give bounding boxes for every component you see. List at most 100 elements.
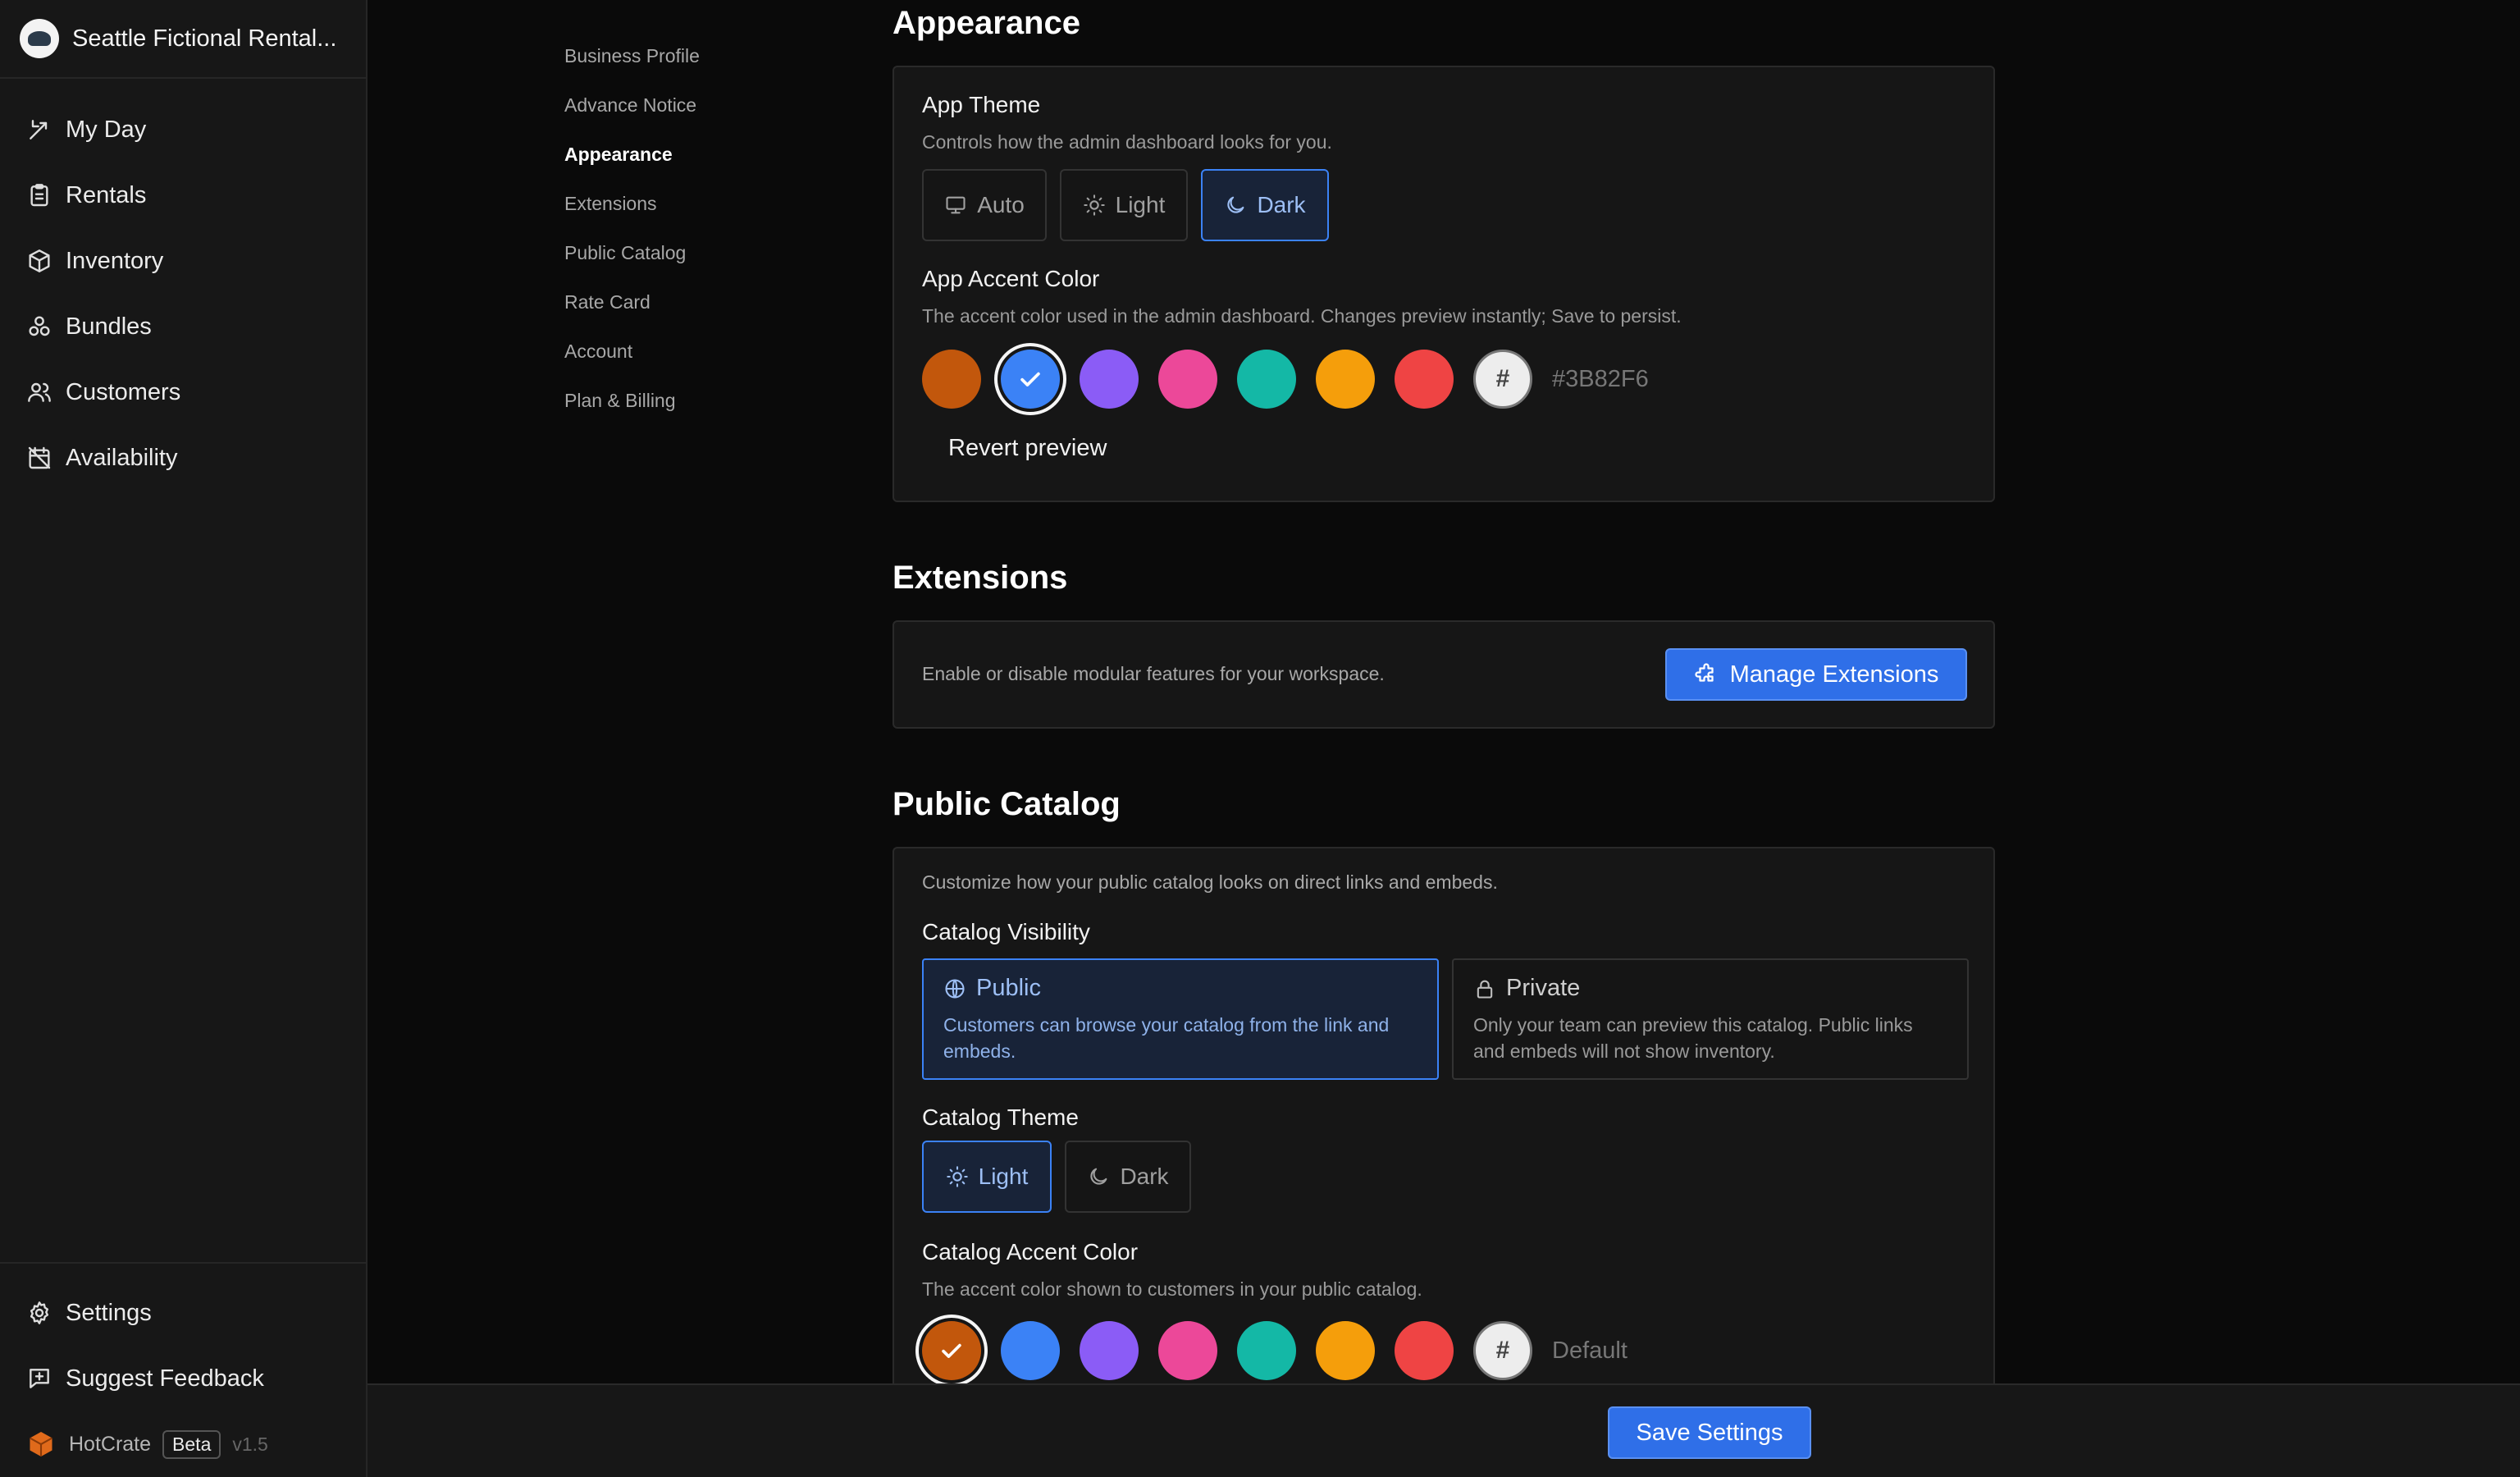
sidebar-item-inventory[interactable]: Inventory xyxy=(0,228,366,294)
subnav-rate-card[interactable]: Rate Card xyxy=(564,277,700,327)
app-version-row: HotCrate Beta v1.5 xyxy=(0,1411,366,1477)
subnav-business-profile[interactable]: Business Profile xyxy=(564,31,700,80)
subnav-advance-notice[interactable]: Advance Notice xyxy=(564,80,700,130)
sidebar-item-feedback[interactable]: Suggest Feedback xyxy=(0,1346,366,1411)
theme-auto-button[interactable]: Auto xyxy=(922,169,1047,241)
subnav-public-catalog[interactable]: Public Catalog xyxy=(564,228,700,277)
appearance-card: App Theme Controls how the admin dashboa… xyxy=(892,66,1995,502)
app-accent-hex: #3B82F6 xyxy=(1552,366,1649,392)
public-catalog-description: Customize how your public catalog looks … xyxy=(922,871,1498,893)
moon-icon xyxy=(1227,196,1244,213)
hash-icon: # xyxy=(1495,1337,1510,1364)
main-nav: My Day Rentals Inventory Bundles Custome… xyxy=(0,79,366,491)
sidebar-item-label: Availability xyxy=(66,444,178,471)
catalog-theme-label: Catalog Theme xyxy=(922,1104,1079,1130)
sidebar-item-rentals[interactable]: Rentals xyxy=(0,162,366,228)
app-accent-swatch[interactable] xyxy=(922,350,981,409)
subnav-plan-billing[interactable]: Plan & Billing xyxy=(564,376,700,425)
app-name: HotCrate xyxy=(69,1432,152,1456)
sidebar-item-label: Suggest Feedback xyxy=(66,1365,264,1392)
subnav-extensions[interactable]: Extensions xyxy=(564,179,700,228)
bundles-icon xyxy=(29,316,50,336)
extensions-description: Enable or disable modular features for y… xyxy=(922,663,1385,684)
app-accent-swatch[interactable] xyxy=(1158,350,1217,409)
visibility-private-option[interactable]: Private Only your team can preview this … xyxy=(1452,958,1969,1080)
visibility-private-desc: Only your team can preview this catalog.… xyxy=(1473,1014,1913,1062)
sidebar-item-customers[interactable]: Customers xyxy=(0,359,366,425)
public-catalog-title: Public Catalog xyxy=(892,786,1121,822)
app-accent-swatch[interactable] xyxy=(1395,350,1454,409)
app-accent-label: App Accent Color xyxy=(922,266,1100,291)
app-version: v1.5 xyxy=(232,1433,268,1455)
catalog-accent-label: Catalog Accent Color xyxy=(922,1239,1139,1264)
moon-icon xyxy=(1090,1168,1107,1185)
catalog-theme-light-button[interactable]: Light xyxy=(922,1141,1052,1213)
lock-icon xyxy=(1477,980,1493,999)
app-accent-swatch[interactable] xyxy=(1316,350,1375,409)
feedback-icon xyxy=(30,1369,49,1388)
arrows-icon xyxy=(30,120,48,139)
catalog-theme-dark-label: Dark xyxy=(1120,1164,1169,1189)
visibility-public-option[interactable]: Public Customers can browse your catalog… xyxy=(922,958,1439,1080)
sun-icon xyxy=(946,1166,968,1187)
workspace-switcher[interactable]: Seattle Fictional Rental... xyxy=(0,0,366,79)
app-accent-swatch[interactable] xyxy=(1237,350,1296,409)
catalog-accent-help: The accent color shown to customers in y… xyxy=(922,1278,1422,1300)
sidebar-footer: Settings Suggest Feedback HotCrate Beta … xyxy=(0,1262,366,1477)
catalog-accent-value: Default xyxy=(1552,1338,1628,1364)
catalog-accent-swatch[interactable] xyxy=(1316,1321,1375,1380)
subnav-account[interactable]: Account xyxy=(564,327,700,376)
extensions-title: Extensions xyxy=(892,560,1068,596)
app-accent-swatch[interactable] xyxy=(1001,350,1060,409)
app-accent-swatch[interactable] xyxy=(1080,350,1139,409)
sidebar-item-label: Inventory xyxy=(66,247,164,274)
sun-icon xyxy=(1083,194,1105,216)
hotcrate-logo-icon xyxy=(29,1432,53,1456)
sidebar: Seattle Fictional Rental... My Day Renta… xyxy=(0,0,368,1477)
monitor-icon xyxy=(946,196,966,214)
workspace-name: Seattle Fictional Rental... xyxy=(72,25,337,52)
theme-dark-button[interactable]: Dark xyxy=(1201,169,1329,241)
settings-subnav: Business Profile Advance Notice Appearan… xyxy=(564,31,700,425)
theme-dark-label: Dark xyxy=(1257,192,1306,217)
app-theme-label: App Theme xyxy=(922,92,1041,117)
sidebar-item-settings[interactable]: Settings xyxy=(0,1280,366,1346)
theme-auto-label: Auto xyxy=(977,192,1025,217)
visibility-private-title: Private xyxy=(1506,975,1581,1001)
sidebar-item-availability[interactable]: Availability xyxy=(0,425,366,491)
catalog-accent-swatch[interactable] xyxy=(1237,1321,1296,1380)
save-settings-button[interactable]: Save Settings xyxy=(1608,1406,1811,1459)
catalog-theme-dark-button[interactable]: Dark xyxy=(1065,1141,1191,1213)
theme-light-button[interactable]: Light xyxy=(1060,169,1188,241)
app-custom-color-button[interactable]: # xyxy=(1473,350,1532,409)
sidebar-item-label: Bundles xyxy=(66,313,152,340)
catalog-theme-light-label: Light xyxy=(978,1164,1029,1189)
theme-light-label: Light xyxy=(1115,192,1166,217)
catalog-custom-color-button[interactable]: # xyxy=(1473,1321,1532,1380)
sidebar-item-label: Settings xyxy=(66,1299,152,1326)
sidebar-item-label: My Day xyxy=(66,116,147,143)
subnav-appearance[interactable]: Appearance xyxy=(564,130,700,179)
catalog-visibility-label: Catalog Visibility xyxy=(922,919,1090,944)
hash-icon: # xyxy=(1495,365,1510,392)
catalog-accent-swatch[interactable] xyxy=(1080,1321,1139,1380)
calendar-off-icon xyxy=(28,446,51,469)
visibility-public-title: Public xyxy=(976,975,1041,1001)
puzzle-icon xyxy=(1695,663,1714,682)
sidebar-item-label: Customers xyxy=(66,378,181,405)
sidebar-item-my-day[interactable]: My Day xyxy=(0,97,366,162)
sidebar-item-bundles[interactable]: Bundles xyxy=(0,294,366,359)
users-icon xyxy=(28,382,51,402)
clipboard-icon xyxy=(30,184,48,207)
manage-extensions-button[interactable]: Manage Extensions xyxy=(1665,648,1967,701)
extensions-card: Enable or disable modular features for y… xyxy=(892,620,1995,729)
revert-preview-button[interactable]: Revert preview xyxy=(948,435,1107,462)
app-theme-help: Controls how the admin dashboard looks f… xyxy=(922,131,1332,153)
catalog-accent-swatch[interactable] xyxy=(1158,1321,1217,1380)
catalog-accent-swatch[interactable] xyxy=(1395,1321,1454,1380)
catalog-accent-swatch[interactable] xyxy=(922,1321,981,1380)
workspace-logo xyxy=(20,19,59,58)
box-icon xyxy=(29,249,50,272)
catalog-accent-swatch[interactable] xyxy=(1001,1321,1060,1380)
manage-extensions-label: Manage Extensions xyxy=(1729,661,1939,688)
